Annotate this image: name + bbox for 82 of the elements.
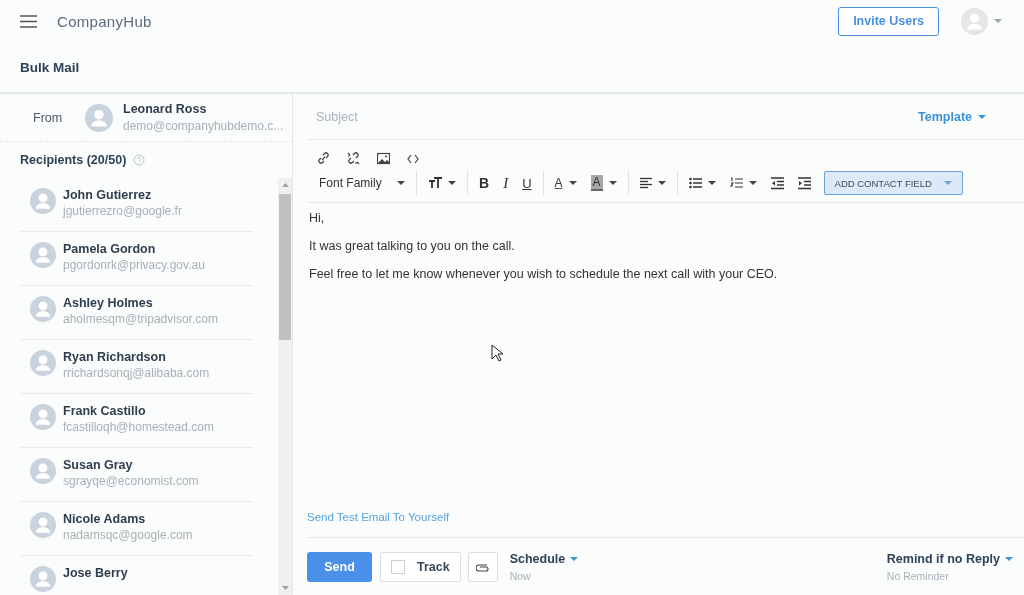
underline-button[interactable]: U (515, 171, 539, 195)
recipient-email: fcastilloqh@homestead.com (63, 420, 214, 434)
font-family-dropdown[interactable]: Font Family (312, 171, 412, 195)
caret-icon (568, 181, 577, 185)
menu-icon[interactable] (20, 14, 37, 28)
remind-dropdown[interactable]: Remind if no Reply (886, 551, 1013, 566)
recipient-email: rrichardsonqj@alibaba.com (63, 366, 210, 380)
avatar-icon (30, 242, 56, 268)
caret-icon (570, 556, 579, 561)
sender-name: Leonard Ross (123, 102, 208, 116)
indent-icon (797, 176, 811, 190)
track-toggle[interactable]: Track (380, 551, 461, 582)
recipients-title: Recipients (20/50) (20, 153, 127, 167)
page-title: Bulk Mail (20, 59, 80, 75)
recipient-email: jgutierrezro@google.fr (63, 204, 182, 218)
highlight-color-dropdown[interactable]: A (583, 171, 624, 195)
schedule-dropdown[interactable]: Schedule (509, 551, 579, 566)
unlink-icon[interactable] (347, 152, 360, 165)
mouse-pointer-icon (491, 344, 504, 362)
recipient-email: nadamsqc@google.com (63, 528, 193, 542)
avatar-icon (30, 566, 56, 592)
recipient-name: Ryan Richardson (63, 350, 167, 364)
recipient-item[interactable]: Jose Berry (20, 556, 253, 595)
remind-value: No Reminder (886, 569, 950, 582)
recipient-name: Susan Gray (63, 458, 134, 472)
recipient-name: Ashley Holmes (63, 296, 154, 310)
avatar-icon (30, 404, 56, 430)
recipient-email: sgrayqe@economist.com (63, 474, 199, 488)
italic-button[interactable]: I (496, 171, 516, 195)
avatar-icon (85, 103, 113, 132)
caret-icon (608, 181, 617, 185)
caret-icon (943, 181, 952, 185)
recipient-name: John Gutierrez (63, 188, 153, 202)
recipient-name: Nicole Adams (63, 512, 147, 526)
bullet-list-icon (688, 177, 702, 189)
body-paragraph: It was great talking to you on the call. (309, 239, 516, 253)
recipient-name: Frank Castillo (63, 404, 147, 418)
image-icon[interactable] (377, 152, 390, 165)
recipient-name: Pamela Gordon (63, 242, 157, 256)
caret-icon (994, 19, 1002, 23)
attach-button[interactable] (467, 551, 498, 582)
caret-icon (448, 181, 456, 185)
recipient-email: pgordonrk@privacy.gov.au (63, 258, 205, 272)
caret-icon (1005, 556, 1013, 561)
recipient-item[interactable]: Ryan Richardson rrichardsonqj@alibaba.com (20, 340, 253, 394)
recipient-name: Jose Berry (63, 566, 128, 580)
sender-email: demo@companyhubdemo.c... (123, 119, 284, 133)
code-icon[interactable] (407, 152, 419, 165)
body-paragraph: Feel free to let me know whenever you wish to schedule the next call with your CEO. (309, 267, 779, 281)
text-color-dropdown[interactable]: A (547, 171, 584, 195)
caret-icon (707, 181, 716, 185)
avatar-icon (30, 512, 56, 538)
avatar-icon (961, 7, 988, 35)
recipient-item[interactable]: Pamela Gordon pgordonrk@privacy.gov.au (20, 232, 253, 286)
subject-field[interactable]: Subject (307, 101, 919, 132)
from-label: From (33, 110, 64, 125)
caret-icon (657, 181, 666, 185)
track-checkbox[interactable] (391, 559, 405, 574)
numbered-list-icon (729, 177, 743, 189)
caret-icon (748, 181, 757, 185)
recipient-item[interactable]: Nicole Adams nadamsqc@google.com (20, 502, 253, 556)
text-size-icon (428, 177, 442, 189)
link-icon[interactable] (317, 152, 330, 165)
avatar-icon (30, 296, 56, 322)
bold-button[interactable]: B (472, 171, 497, 195)
recipient-item[interactable]: Frank Castillo fcastilloqh@homestead.com (20, 394, 253, 448)
brand-name: CompanyHub (57, 12, 152, 30)
caret-icon (978, 114, 986, 119)
body-paragraph: Hi, (309, 211, 326, 225)
avatar-icon (30, 188, 56, 214)
schedule-value: Now (509, 569, 532, 582)
align-left-icon (639, 177, 652, 189)
recipient-item[interactable]: Susan Gray sgrayqe@economist.com (20, 448, 253, 502)
caret-icon (397, 181, 405, 185)
avatar-icon (30, 458, 56, 484)
recipient-item[interactable]: Ashley Holmes aholmesqm@tripadvisor.com (20, 286, 253, 340)
add-contact-field-dropdown[interactable]: ADD CONTACT FIELD (823, 171, 963, 195)
outdent-icon (770, 176, 784, 190)
avatar-icon (30, 350, 56, 376)
recipient-item[interactable]: John Gutierrez jgutierrezro@google.fr (20, 178, 253, 232)
email-body[interactable]: Hi, It was great talking to you on the call. Feel free to let me know whenever you wish to schedule the next call with your CEO. (307, 203, 1024, 511)
recipient-email: aholmesqm@tripadvisor.com (63, 312, 218, 326)
